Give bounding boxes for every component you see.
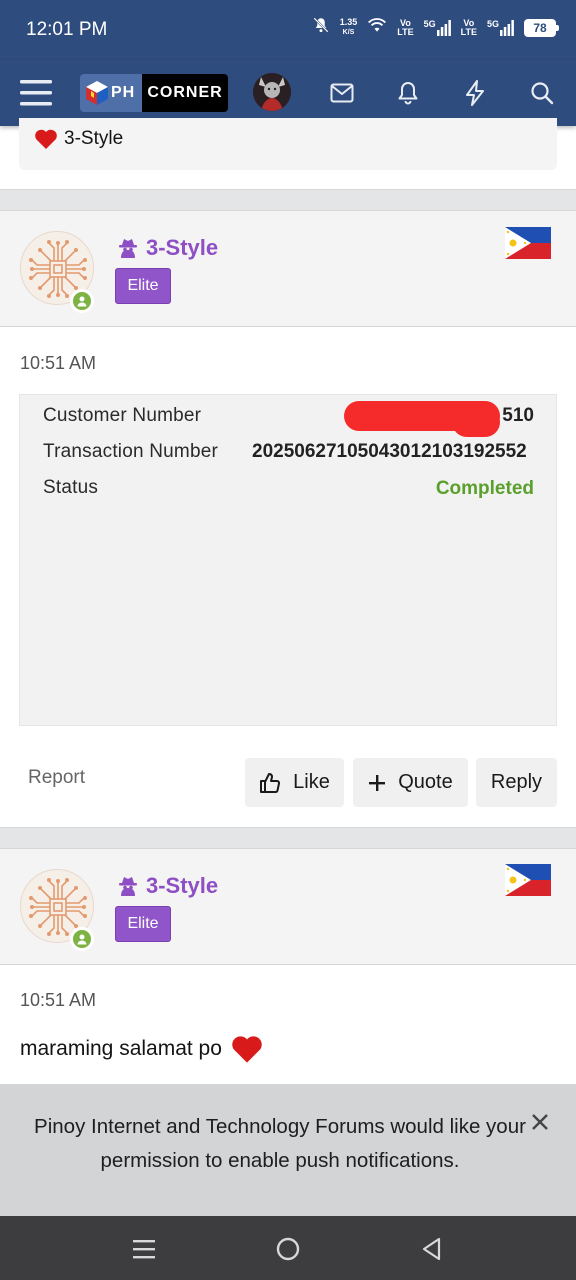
mute-icon bbox=[312, 16, 330, 39]
sim1-volte-bottom: LTE bbox=[397, 26, 414, 37]
post-separator bbox=[0, 189, 576, 211]
post-header: 3-Style Elite bbox=[0, 849, 576, 965]
like-label: Like bbox=[293, 771, 330, 793]
wifi-icon bbox=[367, 16, 387, 39]
bolt-icon bbox=[466, 80, 484, 106]
menu-button[interactable] bbox=[16, 73, 56, 113]
site-logo[interactable]: PH CORNER bbox=[80, 74, 228, 112]
quote-label: Quote bbox=[398, 771, 453, 793]
push-permission-banner[interactable]: Pinoy Internet and Technology Forums wou… bbox=[0, 1084, 576, 1216]
whats-new-button[interactable] bbox=[455, 73, 495, 113]
transaction-number-label: Transaction Number bbox=[43, 441, 219, 462]
plus-icon bbox=[369, 774, 386, 791]
system-nav-bar bbox=[0, 1216, 576, 1280]
reaction-user: 3-Style bbox=[64, 128, 124, 149]
hamburger-icon bbox=[20, 80, 52, 106]
philippines-flag-icon bbox=[505, 227, 551, 264]
search-button[interactable] bbox=[522, 73, 562, 113]
sim2-volte: Vo LTE bbox=[460, 18, 477, 37]
username-link[interactable]: 3-Style bbox=[118, 873, 218, 899]
spy-icon bbox=[119, 877, 137, 896]
back-button[interactable] bbox=[415, 1232, 449, 1266]
bell-icon bbox=[398, 82, 418, 105]
user-avatar-image bbox=[253, 73, 291, 111]
reaction-summary[interactable]: 3-Style bbox=[34, 128, 123, 150]
post-timestamp[interactable]: 10:51 AM bbox=[20, 990, 96, 1011]
report-link[interactable]: Report bbox=[28, 767, 85, 789]
status-value: Completed bbox=[435, 478, 534, 499]
envelope-icon bbox=[330, 83, 354, 103]
close-icon bbox=[532, 1114, 548, 1130]
dismiss-banner-button[interactable] bbox=[528, 1110, 552, 1134]
menu-lines-icon bbox=[133, 1240, 155, 1259]
status-label: Status bbox=[43, 477, 99, 498]
transaction-number-value: 20250627105043012103192552 bbox=[252, 441, 527, 462]
status-time: 12:01 PM bbox=[26, 19, 108, 40]
logo-text-right: CORNER bbox=[142, 74, 228, 112]
sim2-volte-bottom: LTE bbox=[460, 26, 477, 37]
push-permission-message: Pinoy Internet and Technology Forums wou… bbox=[34, 1115, 526, 1172]
net-speed-value: 1.35 bbox=[339, 17, 358, 27]
post-header: 3-Style Elite bbox=[0, 211, 576, 327]
net-speed: 1.35 K/S bbox=[340, 18, 358, 37]
username: 3-Style bbox=[146, 235, 219, 260]
sim1-gen: 5G bbox=[423, 18, 436, 29]
spy-icon bbox=[119, 239, 137, 258]
like-button[interactable]: Like bbox=[245, 758, 344, 807]
sim2-signal-icon: 5G bbox=[486, 18, 514, 36]
home-circle-icon bbox=[276, 1237, 300, 1261]
username-link[interactable]: 3-Style bbox=[118, 235, 218, 261]
sim1-volte: Vo LTE bbox=[397, 18, 414, 37]
status-icons: 1.35 K/S Vo LTE 5G Vo LTE 5G 78 bbox=[312, 16, 559, 39]
user-rank-badge: Elite bbox=[115, 906, 171, 942]
sim2-gen: 5G bbox=[486, 18, 499, 29]
net-speed-unit: K/S bbox=[342, 29, 355, 36]
redaction-mark bbox=[452, 407, 500, 437]
recent-apps-button[interactable] bbox=[127, 1232, 161, 1266]
logo-cube-icon bbox=[86, 81, 108, 105]
sim1-signal-icon: 5G bbox=[423, 18, 451, 36]
post-body-text: maraming salamat po bbox=[20, 1037, 222, 1060]
philippines-flag-icon bbox=[505, 864, 551, 901]
online-status-indicator bbox=[70, 289, 94, 313]
battery-icon: 78 bbox=[524, 18, 559, 37]
post-separator bbox=[0, 827, 576, 849]
attached-receipt-image[interactable]: Customer Number 510 Transaction Number 2… bbox=[19, 394, 557, 726]
reply-label: Reply bbox=[490, 771, 543, 793]
online-status-indicator bbox=[70, 927, 94, 951]
thumbs-up-icon bbox=[260, 772, 281, 793]
user-online-icon bbox=[77, 296, 87, 307]
inbox-button[interactable] bbox=[322, 73, 362, 113]
back-triangle-icon bbox=[422, 1237, 441, 1261]
quote-button[interactable]: Quote bbox=[353, 758, 468, 807]
heart-icon bbox=[35, 129, 57, 149]
user-online-icon bbox=[77, 934, 87, 945]
logo-text-left: PH bbox=[111, 84, 136, 101]
post-body: maraming salamat po bbox=[20, 1034, 264, 1064]
logo-left: PH bbox=[80, 74, 142, 112]
status-bar: 12:01 PM 1.35 K/S Vo LTE 5G Vo LTE 5G 78 bbox=[0, 0, 576, 60]
post-timestamp[interactable]: 10:51 AM bbox=[20, 353, 96, 374]
username: 3-Style bbox=[146, 873, 219, 898]
account-avatar[interactable] bbox=[253, 73, 291, 111]
alerts-button[interactable] bbox=[388, 73, 428, 113]
customer-number-label: Customer Number bbox=[43, 405, 202, 426]
search-icon bbox=[531, 82, 554, 105]
heart-emoji-icon bbox=[232, 1036, 262, 1063]
app-root: 12:01 PM 1.35 K/S VoLTE 5G VoLTE 5G 78 bbox=[0, 0, 576, 1280]
user-rank-badge: Elite bbox=[115, 268, 171, 304]
reply-button[interactable]: Reply bbox=[476, 758, 557, 807]
home-button[interactable] bbox=[271, 1232, 305, 1266]
customer-number-value: 510 bbox=[502, 405, 534, 426]
